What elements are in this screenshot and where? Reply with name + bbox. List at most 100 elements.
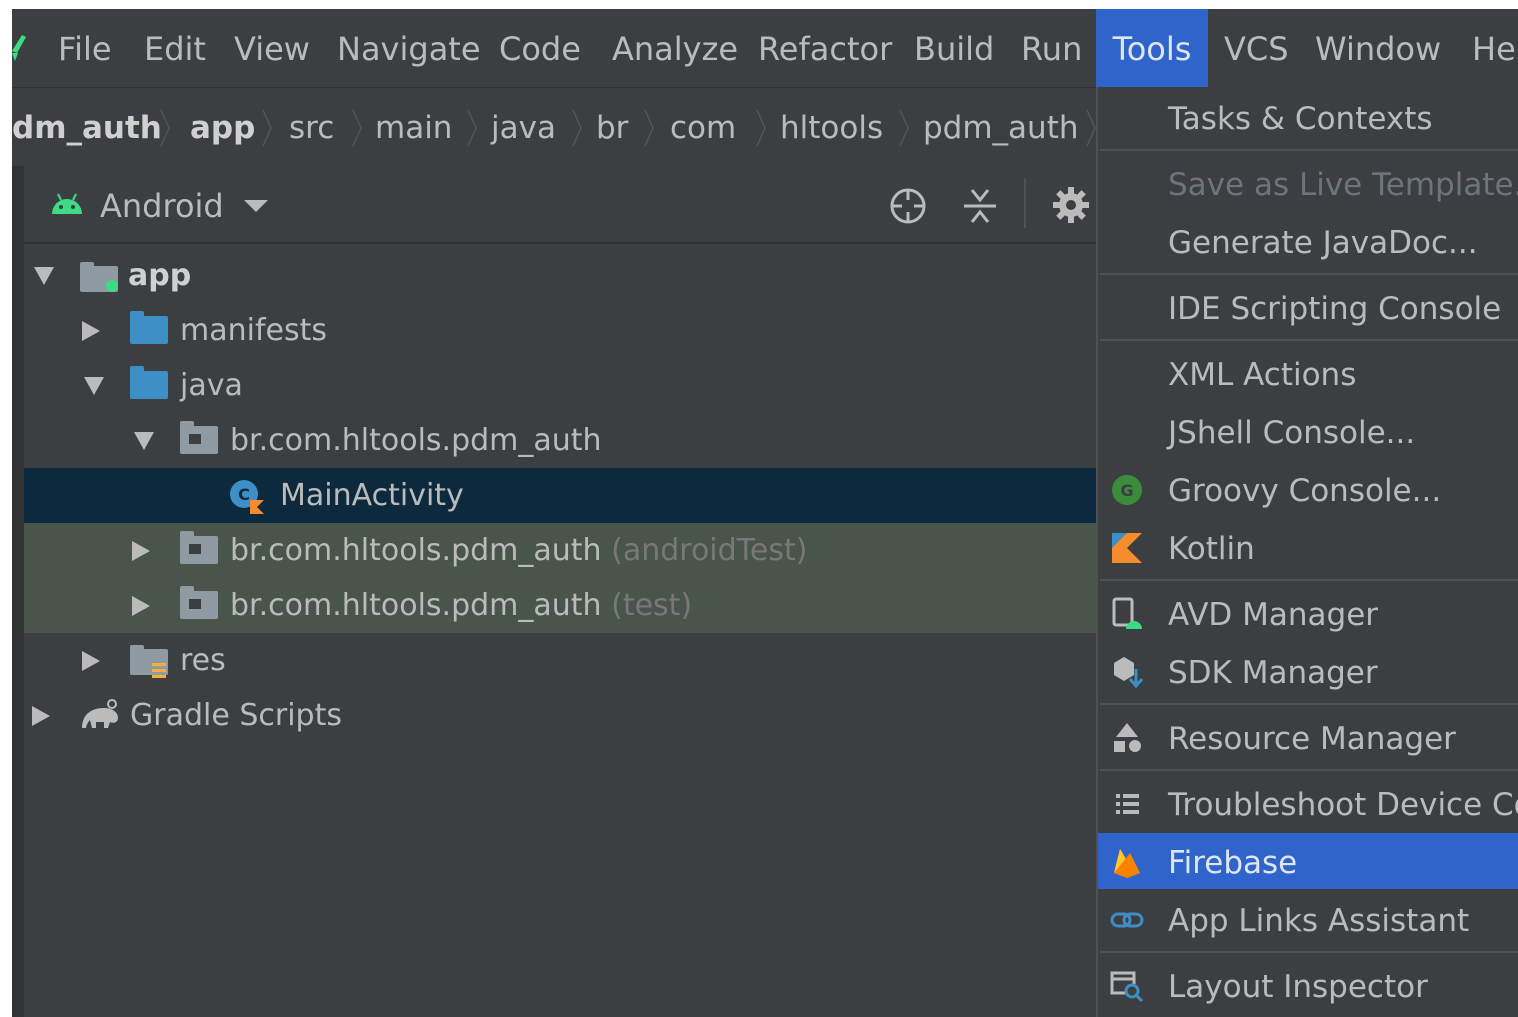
- expand-arrow-icon[interactable]: [134, 432, 154, 450]
- menu-tools[interactable]: Tools: [1096, 9, 1208, 87]
- link-icon: [1110, 912, 1144, 928]
- menu-window[interactable]: Window: [1315, 9, 1441, 87]
- tree-row-manifests[interactable]: manifests: [24, 303, 1096, 358]
- tree-row-package-test[interactable]: br.com.hltools.pdm_auth (test): [24, 578, 1096, 633]
- breadcrumb: dm_auth app src main java br com hltools…: [12, 87, 1102, 167]
- menu-item-label: JShell Console...: [1168, 415, 1416, 451]
- menu-help[interactable]: He: [1472, 9, 1516, 87]
- menu-refactor[interactable]: Refactor: [758, 9, 892, 87]
- folder-icon: [130, 366, 168, 399]
- tree-label: MainActivity: [280, 478, 464, 513]
- tree-label: br.com.hltools.pdm_auth (test): [230, 588, 693, 623]
- tree-label: br.com.hltools.pdm_auth: [230, 423, 602, 458]
- menu-navigate[interactable]: Navigate: [337, 9, 481, 87]
- resources-folder-icon: [130, 645, 168, 678]
- tree-row-gradle-scripts[interactable]: Gradle Scripts: [24, 688, 1096, 743]
- expand-arrow-icon[interactable]: [132, 596, 150, 616]
- tree-row-package[interactable]: br.com.hltools.pdm_auth: [24, 413, 1096, 468]
- breadcrumb-project[interactable]: dm_auth: [12, 88, 162, 166]
- menu-separator: [1100, 273, 1518, 275]
- menu-item-label: IDE Scripting Console: [1168, 291, 1502, 327]
- menu-build[interactable]: Build: [914, 9, 994, 87]
- gear-icon[interactable]: [1052, 186, 1090, 224]
- menu-item-generate-javadoc[interactable]: Generate JavaDoc...: [1098, 213, 1518, 269]
- menu-file[interactable]: File: [58, 9, 112, 87]
- tree-label: app: [128, 258, 192, 293]
- tree-row-package-androidtest[interactable]: br.com.hltools.pdm_auth (androidTest): [24, 523, 1096, 578]
- menu-edit[interactable]: Edit: [144, 9, 206, 87]
- menu-code[interactable]: Code: [499, 9, 581, 87]
- menu-item-label: Troubleshoot Device Cor: [1168, 787, 1518, 823]
- menu-item-label: SDK Manager: [1168, 655, 1378, 691]
- menu-item-label: Generate JavaDoc...: [1168, 225, 1478, 261]
- menu-item-troubleshoot-device[interactable]: Troubleshoot Device Cor: [1098, 775, 1518, 831]
- menu-item-avd-manager[interactable]: AVD Manager: [1098, 585, 1518, 641]
- tree-row-java[interactable]: java: [24, 358, 1096, 413]
- package-icon: [180, 421, 218, 454]
- tree-row-mainactivity[interactable]: C MainActivity: [24, 468, 1096, 523]
- tools-menu-dropdown: Tasks & Contexts Save as Live Template..…: [1096, 87, 1518, 1017]
- sdk-manager-icon: [1114, 657, 1144, 689]
- locate-icon[interactable]: [888, 186, 928, 226]
- kotlin-class-icon: C: [230, 480, 264, 514]
- expand-arrow-icon[interactable]: [82, 651, 100, 671]
- menu-separator: [1100, 149, 1518, 151]
- menu-item-groovy-console[interactable]: G Groovy Console...: [1098, 461, 1518, 517]
- tree-label: java: [180, 368, 243, 403]
- expand-arrow-icon[interactable]: [132, 541, 150, 561]
- menu-item-tasks-contexts[interactable]: Tasks & Contexts: [1098, 89, 1518, 145]
- breadcrumb-main[interactable]: main: [375, 88, 452, 166]
- layout-inspector-icon: [1110, 971, 1144, 1003]
- menu-separator: [1100, 769, 1518, 771]
- menu-item-firebase[interactable]: Firebase: [1098, 833, 1518, 889]
- expand-arrow-icon[interactable]: [82, 321, 100, 341]
- menu-item-jshell-console[interactable]: JShell Console...: [1098, 403, 1518, 459]
- menu-run[interactable]: Run: [1021, 9, 1082, 87]
- menu-item-ide-scripting-console[interactable]: IDE Scripting Console: [1098, 279, 1518, 335]
- expand-arrow-icon[interactable]: [34, 267, 54, 285]
- expand-arrow-icon[interactable]: [32, 706, 50, 726]
- menu-item-label: XML Actions: [1168, 357, 1357, 393]
- breadcrumb-module[interactable]: app: [190, 88, 255, 166]
- menu-analyze[interactable]: Analyze: [612, 9, 738, 87]
- tree-row-app[interactable]: app: [24, 248, 1096, 303]
- expand-arrow-icon[interactable]: [84, 377, 104, 395]
- kotlin-icon: [1112, 533, 1142, 563]
- menu-item-label: Groovy Console...: [1168, 473, 1442, 509]
- view-selector[interactable]: Android: [100, 166, 224, 242]
- collapse-all-icon[interactable]: [962, 186, 998, 226]
- breadcrumb-separator-icon: [262, 109, 272, 147]
- menu-separator: [1100, 703, 1518, 705]
- tree-row-res[interactable]: res: [24, 633, 1096, 688]
- menu-view[interactable]: View: [234, 9, 310, 87]
- project-panel-header: Android: [24, 166, 1102, 244]
- menu-item-app-links-assistant[interactable]: App Links Assistant: [1098, 891, 1518, 947]
- package-icon: [180, 531, 218, 564]
- menu-vcs[interactable]: VCS: [1224, 9, 1289, 87]
- breadcrumb-hltools[interactable]: hltools: [780, 88, 883, 166]
- menu-item-sdk-manager[interactable]: SDK Manager: [1098, 643, 1518, 699]
- resource-manager-icon: [1114, 723, 1141, 752]
- breadcrumb-pdm-auth[interactable]: pdm_auth: [923, 88, 1079, 166]
- menu-item-layout-inspector[interactable]: Layout Inspector: [1098, 957, 1518, 1013]
- menu-item-label: Resource Manager: [1168, 721, 1456, 757]
- menu-item-resource-manager[interactable]: Resource Manager: [1098, 709, 1518, 765]
- menu-bar: File Edit View Navigate Code Analyze Ref…: [12, 9, 1518, 87]
- breadcrumb-com[interactable]: com: [670, 88, 736, 166]
- breadcrumb-br[interactable]: br: [596, 88, 628, 166]
- avd-manager-icon: [1112, 597, 1142, 629]
- menu-item-label: AVD Manager: [1168, 597, 1379, 633]
- package-icon: [180, 586, 218, 619]
- menu-separator: [1100, 951, 1518, 953]
- menu-item-xml-actions[interactable]: XML Actions: [1098, 345, 1518, 401]
- menu-separator: [1100, 579, 1518, 581]
- gradle-icon: [82, 699, 118, 728]
- menu-item-label: Firebase: [1168, 845, 1298, 881]
- android-icon: [52, 193, 82, 214]
- breadcrumb-java[interactable]: java: [491, 88, 556, 166]
- tool-window-strip: [12, 166, 24, 1017]
- chevron-down-icon[interactable]: [244, 200, 268, 214]
- breadcrumb-src[interactable]: src: [289, 88, 334, 166]
- menu-item-save-live-template[interactable]: Save as Live Template...: [1098, 155, 1518, 211]
- menu-item-kotlin[interactable]: Kotlin: [1098, 519, 1518, 575]
